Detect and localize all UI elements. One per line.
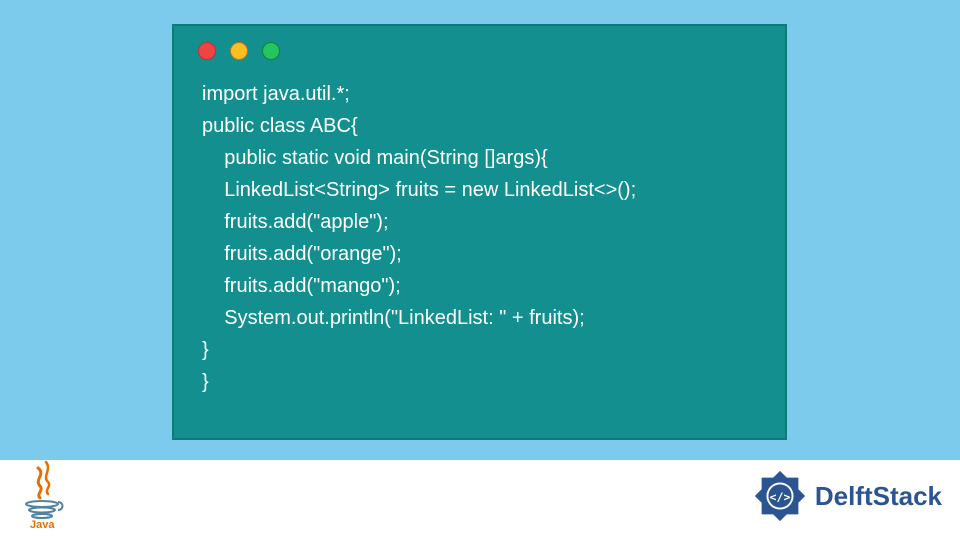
close-icon bbox=[198, 42, 216, 60]
minimize-icon bbox=[230, 42, 248, 60]
java-logo-icon: Java bbox=[16, 460, 74, 530]
maximize-icon bbox=[262, 42, 280, 60]
code-line: public class ABC{ bbox=[202, 115, 358, 137]
code-line: fruits.add("orange"); bbox=[202, 243, 402, 265]
code-line: fruits.add("apple"); bbox=[202, 211, 389, 233]
code-line: } bbox=[202, 371, 209, 393]
svg-text:</>: </> bbox=[769, 490, 790, 504]
code-line: System.out.println("LinkedList: " + frui… bbox=[202, 307, 585, 329]
code-window: import java.util.*; public class ABC{ pu… bbox=[172, 24, 787, 440]
code-line: } bbox=[202, 339, 209, 361]
java-logo-text: Java bbox=[30, 519, 55, 530]
code-line: import java.util.*; bbox=[202, 83, 350, 105]
window-controls bbox=[174, 26, 785, 60]
code-block: import java.util.*; public class ABC{ pu… bbox=[174, 60, 785, 398]
delftstack-logo-text: DelftStack bbox=[815, 481, 942, 512]
delftstack-logo: </> DelftStack bbox=[751, 467, 942, 525]
canvas-background: import java.util.*; public class ABC{ pu… bbox=[0, 0, 960, 460]
code-line: LinkedList<String> fruits = new LinkedLi… bbox=[202, 179, 636, 201]
code-line: fruits.add("mango"); bbox=[202, 275, 401, 297]
code-line: public static void main(String []args){ bbox=[202, 147, 548, 169]
delftstack-badge-icon: </> bbox=[751, 467, 809, 525]
